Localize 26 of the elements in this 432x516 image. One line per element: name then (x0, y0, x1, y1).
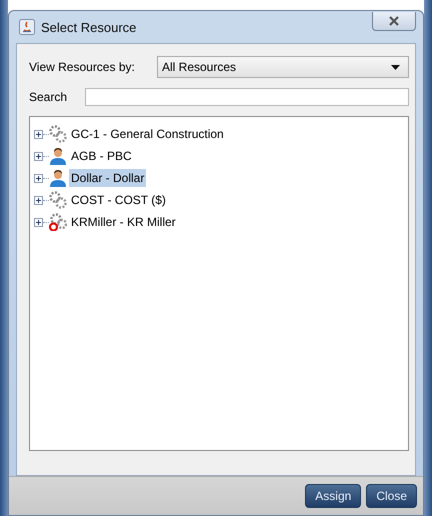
expand-icon[interactable] (34, 218, 43, 226)
locked-gears-icon (49, 213, 67, 231)
expand-icon[interactable] (34, 196, 43, 204)
tree-item[interactable]: KRMiller - KR Miller (69, 213, 178, 231)
gears-icon (49, 125, 67, 143)
window-title: Select Resource (41, 20, 136, 34)
view-by-dropdown[interactable]: All Resources (157, 56, 409, 78)
tree-item[interactable]: AGB - PBC (69, 147, 134, 165)
close-dialog-button[interactable]: Close (366, 484, 417, 508)
app-icon (19, 19, 35, 35)
tree-item[interactable]: Dollar - Dollar (69, 169, 146, 187)
person-icon (49, 169, 67, 187)
tree-item[interactable]: COST - COST ($) (69, 191, 168, 209)
expand-icon[interactable] (34, 174, 43, 182)
caret-icon (391, 64, 400, 70)
close-icon (388, 16, 400, 26)
view-by-label: View Resources by: (29, 60, 136, 74)
expand-icon[interactable] (34, 130, 43, 138)
search-label: Search (29, 90, 68, 104)
search-field[interactable] (85, 88, 409, 106)
gears-icon (49, 191, 67, 209)
person-icon (49, 147, 67, 165)
close-button[interactable] (372, 12, 416, 30)
assign-button[interactable]: Assign (305, 484, 362, 508)
expand-icon[interactable] (34, 152, 43, 160)
tree-item[interactable]: GC-1 - General Construction (69, 125, 226, 143)
